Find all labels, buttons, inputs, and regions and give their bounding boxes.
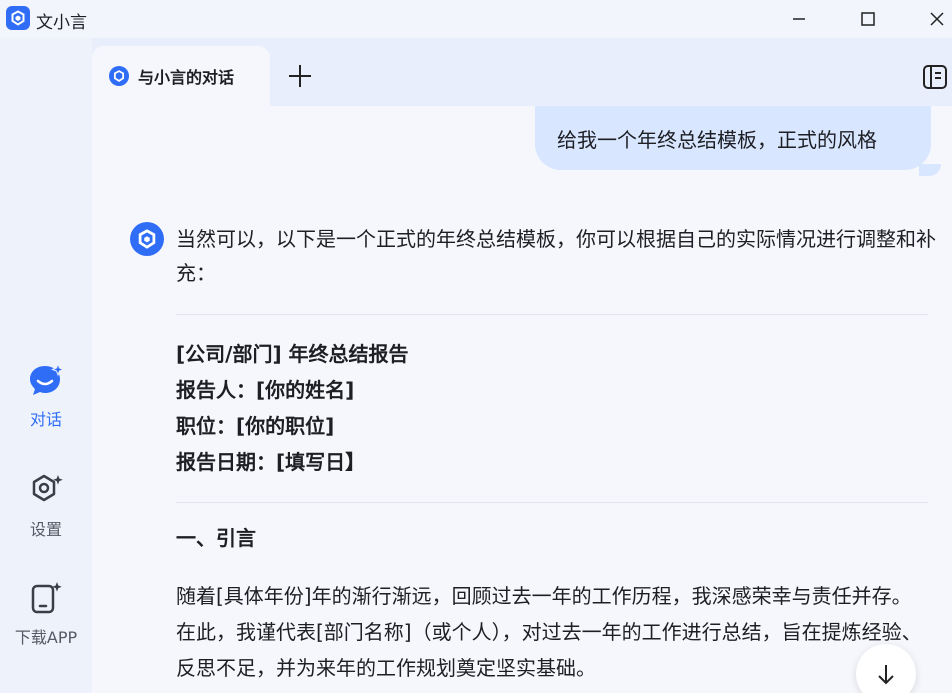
sidebar-item-settings[interactable]: 设置 <box>0 472 92 540</box>
close-button[interactable] <box>922 4 952 34</box>
sidebar-item-chat[interactable]: 对话 <box>0 362 92 430</box>
bot-intro-text: 当然可以，以下是一个正式的年终总结模板，你可以根据自己的实际情况进行调整和补充： <box>176 227 936 285</box>
app-title: 文小言 <box>36 13 87 33</box>
section-body: 随着[具体年份]年的渐行渐远，回顾过去一年的工作历程，我深感荣幸与责任并存。在此… <box>176 584 922 680</box>
bot-avatar-icon <box>130 222 164 256</box>
report-date-line: 报告日期：[填写日】 <box>176 450 366 474</box>
chat-bubble-icon <box>30 362 65 395</box>
tab-bar: 与小言的对话 <box>92 38 952 106</box>
new-tab-button[interactable] <box>286 62 314 90</box>
title-bar: 文小言 <box>0 0 952 38</box>
user-message: 给我一个年终总结模板，正式的风格 <box>535 106 931 170</box>
minimize-button[interactable] <box>784 4 814 34</box>
tab-conversation[interactable]: 与小言的对话 <box>92 46 270 106</box>
user-message-tail <box>919 164 941 176</box>
section-heading: 一、引言 <box>176 526 256 550</box>
conversation-area[interactable]: 给我一个年终总结模板，正式的风格 当然可以，以下是一个正式的年终总结模板，你可以… <box>92 106 952 693</box>
side-panel-toggle-button[interactable] <box>922 64 948 90</box>
plus-icon <box>289 65 311 87</box>
app-logo-icon <box>109 66 129 86</box>
report-title-line: [公司/部门] 年终总结报告 <box>176 342 409 366</box>
position-line: 职位：[你的职位] <box>176 414 335 438</box>
tab-label: 与小言的对话 <box>138 68 235 87</box>
sidebar: 对话 设置 下载APP <box>0 38 92 693</box>
sidebar-item-download-app[interactable]: 下载APP <box>0 580 92 648</box>
arrow-down-icon <box>878 665 894 685</box>
sidebar-item-label: 对话 <box>29 410 62 429</box>
divider <box>176 314 928 315</box>
panel-icon <box>923 65 947 89</box>
divider <box>176 502 928 503</box>
reporter-line: 报告人：[你的姓名] <box>176 378 355 402</box>
maximize-button[interactable] <box>853 4 883 34</box>
app-logo-icon <box>6 6 30 30</box>
sidebar-item-label: 设置 <box>29 520 62 539</box>
sidebar-item-label: 下载APP <box>14 628 78 647</box>
phone-download-icon <box>31 582 62 614</box>
settings-icon <box>32 474 63 502</box>
